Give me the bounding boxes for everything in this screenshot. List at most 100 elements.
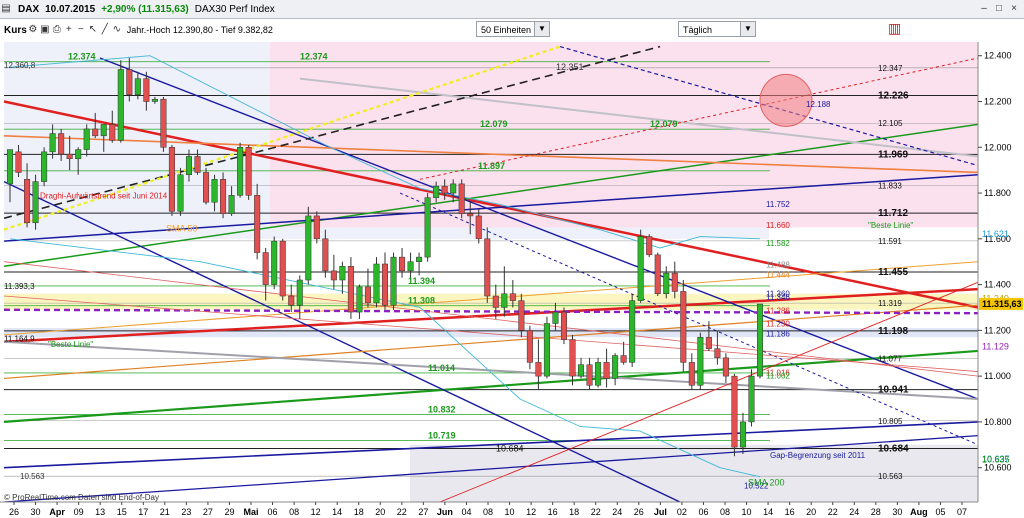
- candle-body: [688, 362, 695, 386]
- candle-body: [705, 336, 712, 349]
- period-select[interactable]: Täglich ▼: [678, 21, 756, 37]
- gear-icon[interactable]: ⚙: [27, 24, 39, 36]
- y-tick-label: 11.400: [984, 280, 1011, 290]
- zoom-in-icon[interactable]: +: [63, 24, 75, 36]
- chart-annotation: 11.582: [766, 239, 790, 248]
- candle-body: [32, 181, 39, 224]
- target-circle-marker: [759, 73, 813, 127]
- x-tick-label: 07: [957, 507, 967, 517]
- chart-annotation: 11.393,3: [4, 282, 35, 291]
- price-level-label: 11.833: [878, 181, 902, 190]
- candle-body: [578, 364, 585, 377]
- chart-annotation: 11.488: [766, 260, 790, 269]
- cursor-icon[interactable]: ↖: [87, 24, 99, 36]
- axis-badge: 11.129: [982, 342, 1009, 352]
- candle-body: [126, 69, 133, 95]
- candle-body: [458, 183, 465, 214]
- candle-body: [83, 128, 90, 150]
- symbol-label[interactable]: DAX: [18, 4, 39, 15]
- candle-body: [399, 256, 406, 272]
- candle-body: [731, 375, 738, 448]
- price-level-label: 11.591: [878, 237, 902, 246]
- candle-body: [671, 272, 678, 292]
- x-tick-label: Jun: [437, 507, 453, 517]
- candle-body: [296, 279, 303, 306]
- x-tick-label: 23: [181, 507, 191, 517]
- candle-body: [620, 355, 627, 363]
- candle-body: [177, 174, 184, 212]
- candle-body: [654, 254, 661, 294]
- x-tick-label: 21: [160, 507, 170, 517]
- menu-icon[interactable]: ▤: [0, 3, 12, 15]
- candle-body: [237, 147, 244, 196]
- price-level-label: 11.712: [878, 208, 908, 219]
- candle-body: [24, 179, 31, 224]
- price-level-label: 10.563: [878, 472, 903, 481]
- chart-annotation: 11.286: [766, 307, 790, 316]
- price-level-label: 10.941: [878, 385, 909, 396]
- price-chart[interactable]: 12.347 12.226 12.105 11.969 11.833 11.712 11.5…: [0, 0, 1024, 518]
- candle-body: [509, 293, 516, 301]
- candle-body: [364, 286, 371, 304]
- save-icon[interactable]: ▣: [39, 24, 51, 36]
- x-tick-label: 08: [720, 507, 730, 517]
- x-tick-label: Aug: [910, 507, 928, 517]
- x-tick-label: 22: [591, 507, 601, 517]
- green-level-label: 12.374: [68, 52, 96, 62]
- x-tick-label: 18: [354, 507, 364, 517]
- y-tick-label: 10.800: [984, 417, 1012, 427]
- chart-annotation: 10.563: [20, 472, 45, 481]
- candle-body: [330, 270, 337, 281]
- candle-body: [748, 375, 755, 423]
- candle-body: [680, 291, 687, 363]
- candle-body: [629, 300, 636, 363]
- candle-body: [49, 133, 56, 153]
- close-icon[interactable]: ×: [1008, 3, 1020, 15]
- zoom-out-icon[interactable]: −: [75, 24, 87, 36]
- chart-annotation: 11.660: [766, 221, 790, 230]
- x-tick-label: 10: [742, 507, 752, 517]
- candle-body: [381, 263, 389, 306]
- candle-body: [322, 238, 329, 272]
- price-level-label: 10.684: [878, 443, 909, 454]
- line-tool-icon[interactable]: ╱: [99, 24, 111, 36]
- units-select[interactable]: 50 Einheiten ▼: [476, 21, 550, 37]
- candle-body: [109, 124, 116, 141]
- candle-body: [407, 261, 414, 272]
- x-tick-label: 26: [9, 507, 19, 517]
- candle-body: [356, 286, 363, 313]
- green-level-label: 12.374: [300, 52, 328, 62]
- x-tick-label: 08: [483, 507, 493, 517]
- x-tick-label: 10: [505, 507, 515, 517]
- candle-body: [220, 179, 227, 214]
- candle-body: [518, 300, 525, 331]
- x-tick-label: 27: [418, 507, 428, 517]
- candle-body: [756, 303, 764, 377]
- candle-body: [117, 69, 124, 141]
- candle-body: [612, 355, 619, 379]
- chart-type-icon[interactable]: ▥: [888, 20, 901, 37]
- candle-body: [739, 421, 746, 448]
- x-tick-label: 16: [785, 507, 795, 517]
- x-tick-label: 18: [569, 507, 579, 517]
- candle-body: [41, 151, 48, 182]
- candle-body: [75, 149, 82, 159]
- candle-body: [637, 236, 644, 301]
- chart-toolbar: Kurs ⚙ ▣ ⎙ + − ↖ ╱ ∿ Jahr.-Hoch 12.390,8…: [0, 19, 470, 41]
- maximize-icon[interactable]: □: [993, 3, 1005, 15]
- chart-annotation: 11.164,9: [4, 335, 35, 344]
- candle-body: [339, 266, 346, 281]
- chevron-down-icon: ▼: [740, 22, 755, 36]
- x-tick-label: 15: [117, 507, 127, 517]
- candle-body: [262, 252, 269, 285]
- chart-annotation: 12.351: [556, 62, 584, 72]
- indicator-icon[interactable]: ∿: [111, 24, 123, 36]
- price-level-label: 11.198: [878, 326, 908, 337]
- minimize-icon[interactable]: –: [978, 3, 990, 15]
- green-level-label: 11.308: [408, 296, 435, 306]
- candle-body: [271, 240, 278, 285]
- x-tick-label: Mai: [243, 507, 258, 517]
- x-tick-label: 16: [548, 507, 558, 517]
- print-icon[interactable]: ⎙: [51, 24, 63, 36]
- green-level-label: 10.719: [428, 430, 456, 440]
